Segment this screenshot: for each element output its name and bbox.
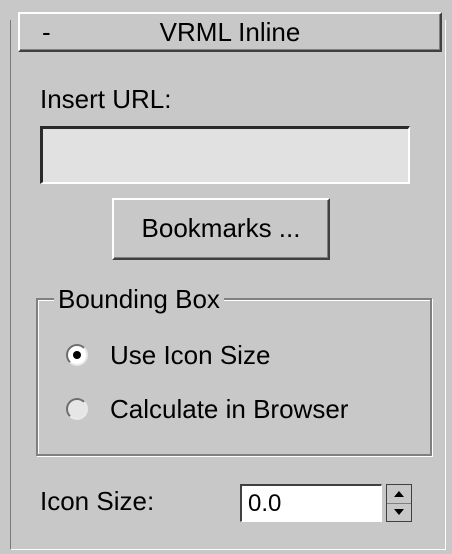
icon-size-input[interactable]: [240, 484, 382, 522]
radio-use-icon-size[interactable]: Use Icon Size: [66, 338, 270, 372]
insert-url-input[interactable]: [40, 126, 410, 184]
rollout-header[interactable]: - VRML Inline: [18, 12, 442, 52]
bounding-box-group: [36, 298, 432, 456]
radio-label-use-icon-size: Use Icon Size: [110, 340, 271, 370]
bookmarks-button[interactable]: Bookmarks ...: [112, 198, 330, 260]
arrow-up-icon: [394, 491, 404, 497]
rollout-title: VRML Inline: [159, 17, 301, 47]
radio-calculate-in-browser[interactable]: Calculate in Browser: [66, 392, 348, 426]
icon-size-label: Icon Size:: [40, 486, 155, 516]
spin-up-button[interactable]: [387, 485, 411, 504]
icon-size-spinner[interactable]: [386, 484, 412, 522]
radio-unchecked-icon[interactable]: [66, 398, 88, 420]
insert-url-label: Insert URL:: [40, 84, 172, 114]
radio-label-calculate-in-browser: Calculate in Browser: [110, 394, 349, 424]
arrow-down-icon: [394, 509, 404, 515]
radio-checked-icon[interactable]: [66, 344, 88, 366]
collapse-toggle-icon[interactable]: -: [42, 17, 51, 47]
spin-down-button[interactable]: [387, 503, 411, 521]
bounding-box-legend: Bounding Box: [54, 284, 224, 314]
